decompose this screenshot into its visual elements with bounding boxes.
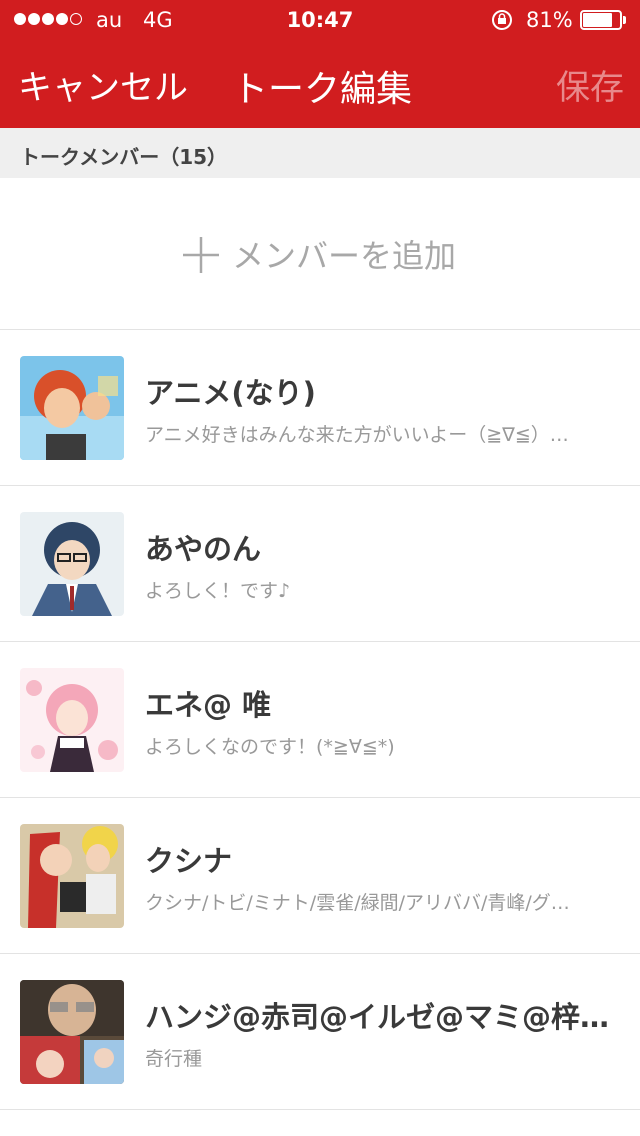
- plus-icon: [182, 236, 220, 274]
- member-row[interactable]: クシナ クシナ/トビ/ミナト/雲雀/緑間/アリババ/青峰/グ…: [0, 798, 640, 954]
- avatar: [20, 980, 124, 1084]
- rotation-lock-icon: [491, 9, 513, 31]
- member-status-message: よろしく！です♪: [145, 580, 291, 602]
- member-row[interactable]: アニメ(なり) アニメ好きはみんな来た方がいいよー（≧∇≦）…: [0, 330, 640, 486]
- battery-percent: 81%: [526, 8, 573, 32]
- member-status-message: クシナ/トビ/ミナト/雲雀/緑間/アリババ/青峰/グ…: [145, 892, 570, 914]
- member-status-message: 奇行種: [145, 1048, 203, 1070]
- member-status-message: よろしくなのです！(*≧∀≦*): [145, 736, 395, 758]
- member-row[interactable]: エネ@ 唯 よろしくなのです！(*≧∀≦*): [0, 642, 640, 798]
- avatar: [20, 512, 124, 616]
- cancel-button[interactable]: キャンセル: [18, 60, 188, 109]
- member-name: クシナ: [145, 844, 233, 878]
- member-row[interactable]: ハンジ@赤司@イルゼ@マミ@梓… 奇行種: [0, 954, 640, 1110]
- member-name: あやのん: [145, 532, 262, 566]
- avatar: [20, 824, 124, 928]
- page-title: トーク編集: [232, 69, 413, 110]
- avatar: [20, 356, 124, 460]
- member-name: エネ@ 唯: [145, 688, 272, 722]
- navigation-bar: キャンセル トーク編集 保存: [0, 40, 640, 128]
- add-member-label: メンバーを追加: [232, 237, 457, 275]
- member-name: アニメ(なり): [145, 376, 316, 410]
- battery-icon: [580, 10, 628, 30]
- members-section-header: トークメンバー（15）: [0, 128, 640, 178]
- member-list: アニメ(なり) アニメ好きはみんな来た方がいいよー（≧∇≦）… あやのん よろし…: [0, 330, 640, 1110]
- member-status-message: アニメ好きはみんな来た方がいいよー（≧∇≦）…: [145, 424, 569, 446]
- member-row[interactable]: あやのん よろしく！です♪: [0, 486, 640, 642]
- avatar: [20, 668, 124, 772]
- status-bar: au 4G 10:47 81%: [0, 0, 640, 40]
- member-name: ハンジ@赤司@イルゼ@マミ@梓…: [145, 1000, 610, 1034]
- members-count-label: トークメンバー（15）: [20, 145, 228, 169]
- save-button[interactable]: 保存: [556, 60, 624, 109]
